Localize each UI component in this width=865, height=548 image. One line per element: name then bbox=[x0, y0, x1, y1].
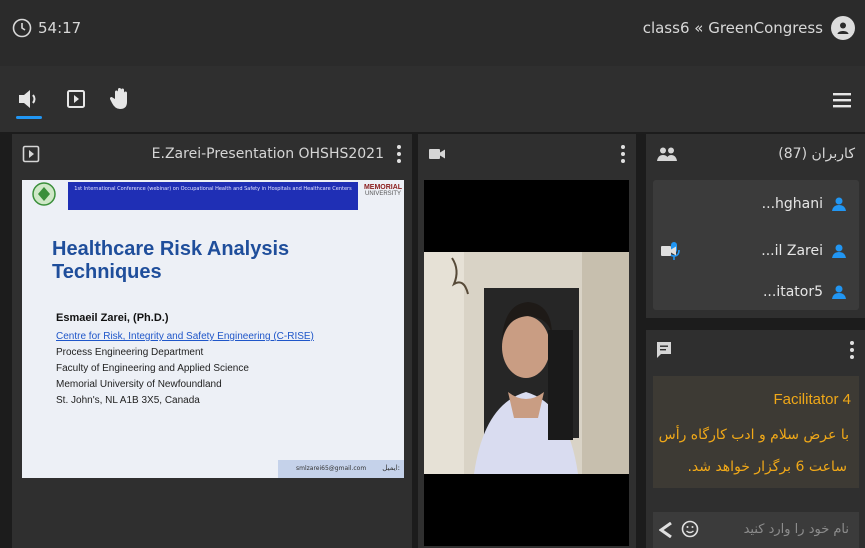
user-item[interactable]: ...hghani bbox=[762, 196, 847, 212]
chat-input-bar[interactable]: نام خود را وارد کنید bbox=[653, 512, 859, 548]
slide-line: Faculty of Engineering and Applied Scien… bbox=[56, 363, 249, 374]
kebab-menu-icon[interactable] bbox=[849, 340, 855, 360]
users-count-label: کاربران (87) bbox=[778, 146, 855, 162]
timer-text: 54:17 bbox=[38, 19, 82, 37]
video-camera-icon bbox=[429, 149, 445, 159]
slide-title: Healthcare Risk Analysis Techniques bbox=[52, 238, 290, 283]
chat-message-line: ساعت 6 برگزار خواهد شد. bbox=[687, 459, 847, 475]
presentation-title: E.Zarei-Presentation OHSHS2021 bbox=[151, 146, 384, 162]
user-name: ...il Zarei bbox=[761, 243, 823, 259]
chat-input-placeholder: نام خود را وارد کنید bbox=[743, 522, 849, 537]
speaker-icon[interactable] bbox=[16, 86, 42, 112]
chat-message-line: با عرض سلام و ادب کارگاه رأس bbox=[658, 427, 849, 443]
chat-header bbox=[646, 330, 865, 370]
user-name: ...hghani bbox=[761, 196, 823, 212]
user-icon bbox=[831, 244, 846, 258]
conference-logo-icon bbox=[32, 182, 56, 206]
slide-email: smlzarei65@gmail.com bbox=[296, 465, 367, 472]
raise-hand-icon[interactable] bbox=[110, 86, 134, 112]
video-header bbox=[418, 134, 636, 174]
slide-line: Memorial University of Newfoundland bbox=[56, 379, 222, 390]
slide-email-label: ایمیل: bbox=[382, 464, 400, 472]
slide-email-bar: smlzarei65@gmail.com ایمیل: bbox=[278, 460, 404, 478]
emoji-icon[interactable] bbox=[681, 520, 699, 538]
webcam-feed-image bbox=[424, 180, 629, 546]
toolbar bbox=[0, 66, 865, 132]
user-item[interactable]: ...itator5 bbox=[763, 284, 847, 300]
session-timer: 54:17 bbox=[12, 18, 81, 38]
menu-icon[interactable] bbox=[832, 90, 852, 110]
user-name: ...itator5 bbox=[762, 284, 823, 300]
webcam-video bbox=[424, 180, 629, 546]
presentation-slide: 1st International Conference (webinar) o… bbox=[22, 180, 404, 478]
slide-line: Process Engineering Department bbox=[56, 347, 204, 358]
account-avatar-icon[interactable] bbox=[831, 16, 855, 40]
slide-affiliation-link: Centre for Risk, Integrity and Safety En… bbox=[56, 331, 314, 342]
top-bar: 54:17 class6 « GreenCongress bbox=[0, 0, 865, 66]
presentation-icon bbox=[22, 145, 40, 163]
user-icon bbox=[832, 197, 846, 211]
chat-sender: Facilitator 4 bbox=[773, 391, 851, 408]
user-item[interactable]: ...il Zarei bbox=[661, 241, 847, 261]
room-title-text: class6 « GreenCongress bbox=[642, 19, 823, 37]
chat-message: Facilitator 4 با عرض سلام و ادب کارگاه ر… bbox=[653, 376, 859, 488]
camera-on-icon bbox=[661, 246, 677, 256]
university-logo: MEMORIAL UNIVERSITY bbox=[363, 184, 403, 197]
user-icon bbox=[832, 285, 846, 299]
presentation-toggle-icon[interactable] bbox=[66, 86, 88, 112]
clock-icon bbox=[12, 18, 32, 38]
send-icon[interactable] bbox=[659, 522, 673, 538]
slide-banner: 1st International Conference (webinar) o… bbox=[68, 182, 358, 210]
users-header: کاربران (87) bbox=[646, 134, 865, 174]
slide-author: Esmaeil Zarei, (Ph.D.) bbox=[56, 312, 169, 324]
kebab-menu-icon[interactable] bbox=[620, 144, 626, 164]
slide-line: St. John's, NL A1B 3X5, Canada bbox=[56, 395, 200, 406]
presentation-header: E.Zarei-Presentation OHSHS2021 bbox=[12, 134, 412, 174]
active-tab-indicator bbox=[16, 116, 42, 119]
users-group-icon bbox=[657, 147, 677, 161]
user-list: ...hghani ...il Zarei ...itator5 bbox=[653, 180, 859, 310]
room-title: class6 « GreenCongress bbox=[643, 16, 855, 40]
chat-icon bbox=[657, 342, 671, 358]
kebab-menu-icon[interactable] bbox=[396, 144, 402, 164]
